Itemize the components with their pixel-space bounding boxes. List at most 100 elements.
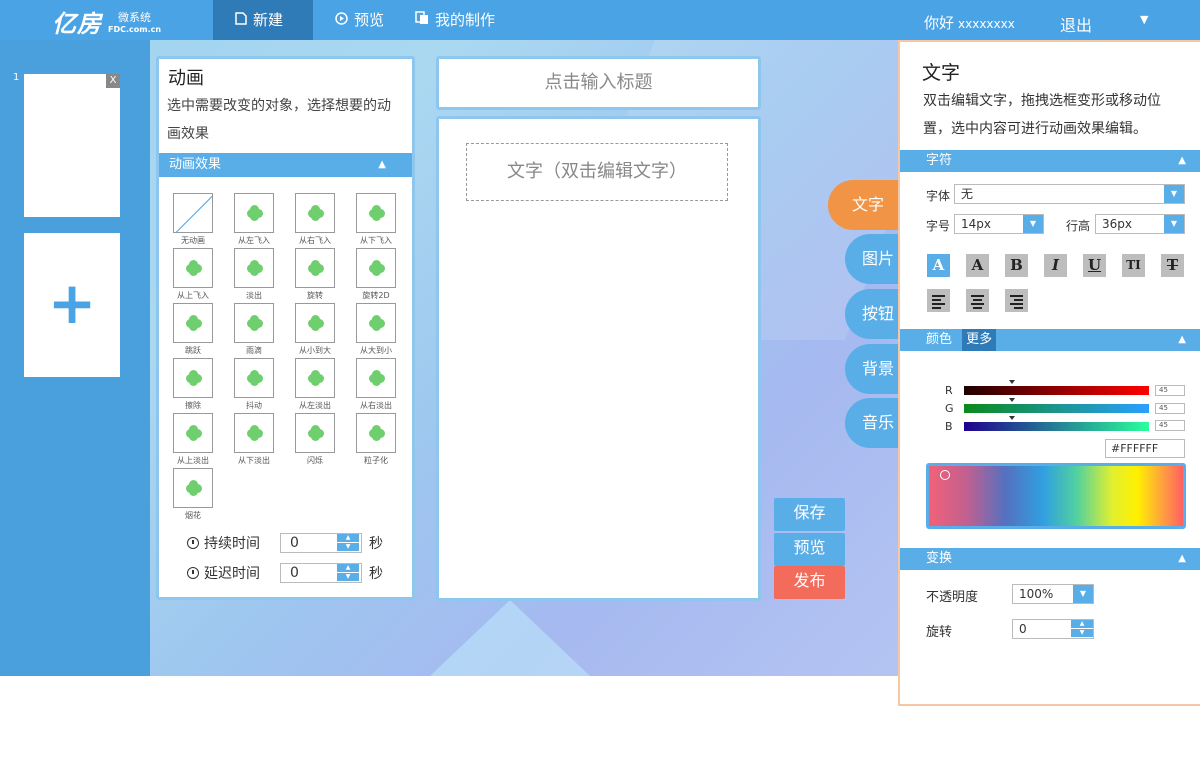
clock-icon bbox=[187, 567, 199, 579]
font-select[interactable]: 无 ▼ bbox=[954, 184, 1185, 204]
animation-effect-item[interactable]: 旋转 bbox=[295, 248, 337, 302]
animation-effect-label: 闪烁 bbox=[307, 456, 323, 465]
italic-button[interactable]: I bbox=[1044, 254, 1067, 277]
char-section-header[interactable]: 字符 ▲ bbox=[900, 150, 1200, 172]
collapse-icon[interactable]: ▲ bbox=[1178, 329, 1186, 351]
spin-up-icon[interactable]: ▲ bbox=[337, 564, 359, 572]
animation-effect-item[interactable]: 烟花 bbox=[173, 468, 215, 522]
animation-effect-preview bbox=[295, 248, 335, 288]
page-close-button[interactable]: X bbox=[106, 74, 120, 88]
delay-input[interactable]: 0 ▲ ▼ bbox=[280, 563, 362, 583]
animation-effect-item[interactable]: 从左飞入 bbox=[234, 193, 276, 247]
animation-effect-label: 粒子化 bbox=[364, 456, 388, 465]
size-select[interactable]: 14px ▼ bbox=[954, 214, 1044, 234]
animation-effect-item[interactable]: 从右飞入 bbox=[295, 193, 337, 247]
size-label: 字号 bbox=[926, 219, 951, 233]
collapse-icon[interactable]: ▲ bbox=[1178, 548, 1186, 570]
add-page-button[interactable]: + bbox=[24, 233, 120, 377]
text-size-button[interactable]: TI bbox=[1122, 254, 1145, 277]
animation-effect-item[interactable]: 从小到大 bbox=[295, 303, 337, 357]
greeting-text: 你好 bbox=[924, 14, 955, 32]
b-slider-thumb[interactable] bbox=[1009, 416, 1015, 420]
logo[interactable]: 亿房 微系统 FDC.com.cn bbox=[52, 4, 161, 39]
clover-icon bbox=[186, 260, 202, 276]
animation-effect-label: 从上飞入 bbox=[177, 291, 209, 300]
save-button[interactable]: 保存 bbox=[774, 498, 845, 531]
lineheight-select[interactable]: 36px ▼ bbox=[1095, 214, 1185, 234]
clover-icon bbox=[369, 205, 385, 221]
animation-effect-item[interactable]: 擦除 bbox=[173, 358, 215, 412]
clover-icon bbox=[369, 260, 385, 276]
color-more-button[interactable]: 更多 bbox=[962, 329, 997, 351]
animation-effect-preview bbox=[234, 303, 274, 343]
font-color-button[interactable]: A bbox=[927, 254, 950, 277]
animation-panel-description: 选中需要改变的对象，选择想要的动画效果 bbox=[167, 98, 391, 142]
animation-effect-item[interactable]: 闪烁 bbox=[295, 413, 337, 467]
animation-effect-item[interactable]: 粒子化 bbox=[356, 413, 398, 467]
animation-effect-item[interactable]: 从左淡出 bbox=[295, 358, 337, 412]
animation-effect-item[interactable]: 无动画 bbox=[173, 193, 215, 247]
clover-icon bbox=[369, 315, 385, 331]
spin-up-icon[interactable]: ▲ bbox=[337, 534, 359, 542]
g-value[interactable]: 45 bbox=[1155, 403, 1185, 414]
username: xxxxxxxx bbox=[958, 17, 1015, 31]
animation-effect-item[interactable]: 从右淡出 bbox=[356, 358, 398, 412]
page-thumbnail[interactable] bbox=[24, 74, 120, 217]
animation-effect-item[interactable]: 从上淡出 bbox=[173, 413, 215, 467]
bg-color-button[interactable]: A bbox=[966, 254, 989, 277]
animation-effects-header[interactable]: 动画效果 ▲ bbox=[159, 153, 412, 177]
title-input[interactable]: 点击输入标题 bbox=[436, 56, 761, 110]
align-center-button[interactable] bbox=[966, 289, 989, 312]
align-right-button[interactable] bbox=[1005, 289, 1028, 312]
nav-my-works[interactable]: 我的制作 bbox=[393, 0, 517, 40]
collapse-icon[interactable]: ▲ bbox=[1178, 150, 1186, 172]
animation-effect-item[interactable]: 旋转2D bbox=[356, 248, 398, 302]
animation-effect-item[interactable]: 抖动 bbox=[234, 358, 276, 412]
align-left-button[interactable] bbox=[927, 289, 950, 312]
phone-canvas[interactable]: 文字（双击编辑文字） bbox=[436, 116, 761, 601]
hex-color-input[interactable]: #FFFFFF bbox=[1105, 439, 1185, 458]
chevron-down-icon: ▼ bbox=[1164, 185, 1184, 203]
animation-effect-item[interactable]: 跳跃 bbox=[173, 303, 215, 357]
color-spectrum[interactable] bbox=[926, 463, 1186, 529]
background-triangle bbox=[430, 600, 590, 676]
g-slider-thumb[interactable] bbox=[1009, 398, 1015, 402]
spin-down-icon[interactable]: ▼ bbox=[1071, 629, 1093, 637]
transform-section-header[interactable]: 变换 ▲ bbox=[900, 548, 1200, 570]
spin-up-icon[interactable]: ▲ bbox=[1071, 620, 1093, 628]
underline-button[interactable]: U bbox=[1083, 254, 1106, 277]
strikethrough-button[interactable]: T bbox=[1161, 254, 1184, 277]
r-slider-thumb[interactable] bbox=[1009, 380, 1015, 384]
chevron-down-icon[interactable]: ▼ bbox=[1140, 13, 1148, 26]
publish-button[interactable]: 发布 bbox=[774, 566, 845, 599]
color-section-header[interactable]: 颜色 更多 ▲ bbox=[900, 329, 1200, 351]
animation-effect-preview bbox=[356, 303, 396, 343]
animation-effect-item[interactable]: 从下飞入 bbox=[356, 193, 398, 247]
bold-button[interactable]: B bbox=[1005, 254, 1028, 277]
r-slider[interactable] bbox=[964, 380, 1149, 395]
animation-effect-item[interactable]: 雨滴 bbox=[234, 303, 276, 357]
b-slider[interactable] bbox=[964, 416, 1149, 431]
text-element[interactable]: 文字（双击编辑文字） bbox=[466, 143, 728, 201]
animation-effect-item[interactable]: 从大到小 bbox=[356, 303, 398, 357]
g-slider[interactable] bbox=[964, 398, 1149, 413]
preview-button[interactable]: 预览 bbox=[774, 533, 845, 566]
collapse-icon[interactable]: ▲ bbox=[378, 153, 386, 177]
spin-down-icon[interactable]: ▼ bbox=[337, 543, 359, 551]
duration-input[interactable]: 0 ▲ ▼ bbox=[280, 533, 362, 553]
logout-link[interactable]: 退出 bbox=[1060, 12, 1092, 36]
animation-effect-item[interactable]: 从上飞入 bbox=[173, 248, 215, 302]
b-value[interactable]: 45 bbox=[1155, 420, 1185, 431]
rotate-input[interactable]: 0 ▲ ▼ bbox=[1012, 619, 1094, 639]
font-label: 字体 bbox=[926, 189, 951, 203]
opacity-select[interactable]: 100% ▼ bbox=[1012, 584, 1094, 604]
animation-effect-label: 从右淡出 bbox=[360, 401, 392, 410]
nav-new[interactable]: 新建 bbox=[213, 0, 313, 40]
r-value[interactable]: 45 bbox=[1155, 385, 1185, 396]
color-picker-handle[interactable] bbox=[940, 470, 950, 480]
animation-effect-label: 从左飞入 bbox=[238, 236, 270, 245]
animation-effect-item[interactable]: 淡出 bbox=[234, 248, 276, 302]
spin-down-icon[interactable]: ▼ bbox=[337, 573, 359, 581]
animation-effect-item[interactable]: 从下淡出 bbox=[234, 413, 276, 467]
clover-icon bbox=[186, 480, 202, 496]
